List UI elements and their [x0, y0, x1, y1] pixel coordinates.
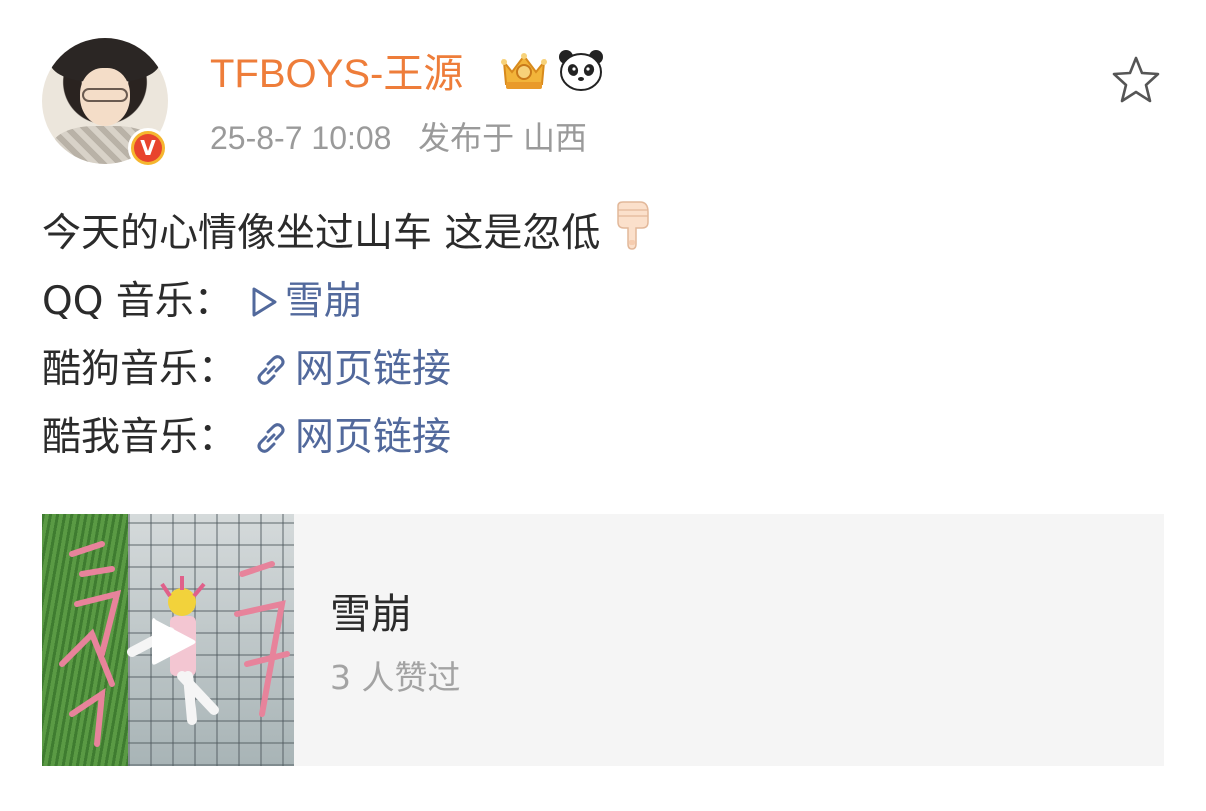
- link-icon: [257, 423, 285, 453]
- finger-pointing-down-icon: [614, 200, 652, 269]
- track-likes: 3 人赞过: [330, 658, 461, 697]
- track-title: 雪崩: [330, 590, 412, 638]
- post-text-line: 今天的心情像坐过山车 这是忽低: [42, 200, 652, 268]
- play-icon[interactable]: [148, 614, 200, 670]
- user-badges: [498, 48, 604, 92]
- post-meta: 25-8-7 10:08 发布于 山西: [210, 116, 587, 160]
- play-triangle-icon: [252, 287, 277, 317]
- kugou-music-link[interactable]: 网页链接: [253, 339, 451, 401]
- qq-music-link[interactable]: 雪崩: [249, 271, 363, 333]
- post-text: 今天的心情像坐过山车 这是忽低: [42, 211, 601, 256]
- qq-music-line: QQ 音乐： 雪崩: [42, 268, 652, 336]
- crown-icon[interactable]: [498, 48, 550, 92]
- username[interactable]: TFBOYS-王源: [210, 48, 463, 100]
- kuwo-music-line: 酷我音乐： 网页链接: [42, 404, 652, 472]
- kugou-music-line: 酷狗音乐： 网页链接: [42, 336, 652, 404]
- kugou-music-label: 酷狗音乐：: [42, 347, 238, 392]
- album-cover[interactable]: [42, 514, 294, 766]
- verified-badge-label: V: [134, 134, 162, 162]
- panda-icon[interactable]: [558, 48, 604, 92]
- favorite-button[interactable]: [1108, 52, 1164, 108]
- link-icon: [257, 355, 285, 385]
- kuwo-music-link[interactable]: 网页链接: [253, 407, 451, 469]
- weibo-post: V TFBOYS-王源 25-8-7 10:08 发布于 山西 今天的心情像坐过…: [0, 0, 1206, 811]
- verified-badge-icon: V: [128, 128, 168, 168]
- post-timestamp: 25-8-7 10:08: [210, 120, 392, 156]
- qq-music-label: QQ 音乐：: [42, 279, 233, 324]
- star-icon: [1112, 56, 1160, 103]
- kuwo-music-label: 酷我音乐：: [42, 415, 238, 460]
- kuwo-music-link-text: 网页链接: [295, 415, 452, 460]
- post-body: 今天的心情像坐过山车 这是忽低 QQ 音乐： 雪崩 酷狗音乐： 网页链接 酷我音…: [42, 200, 652, 472]
- kugou-music-link-text: 网页链接: [295, 347, 452, 392]
- qq-music-link-text: 雪崩: [284, 279, 363, 324]
- music-card[interactable]: 雪崩 3 人赞过: [42, 514, 1164, 766]
- post-location: 发布于 山西: [418, 120, 588, 156]
